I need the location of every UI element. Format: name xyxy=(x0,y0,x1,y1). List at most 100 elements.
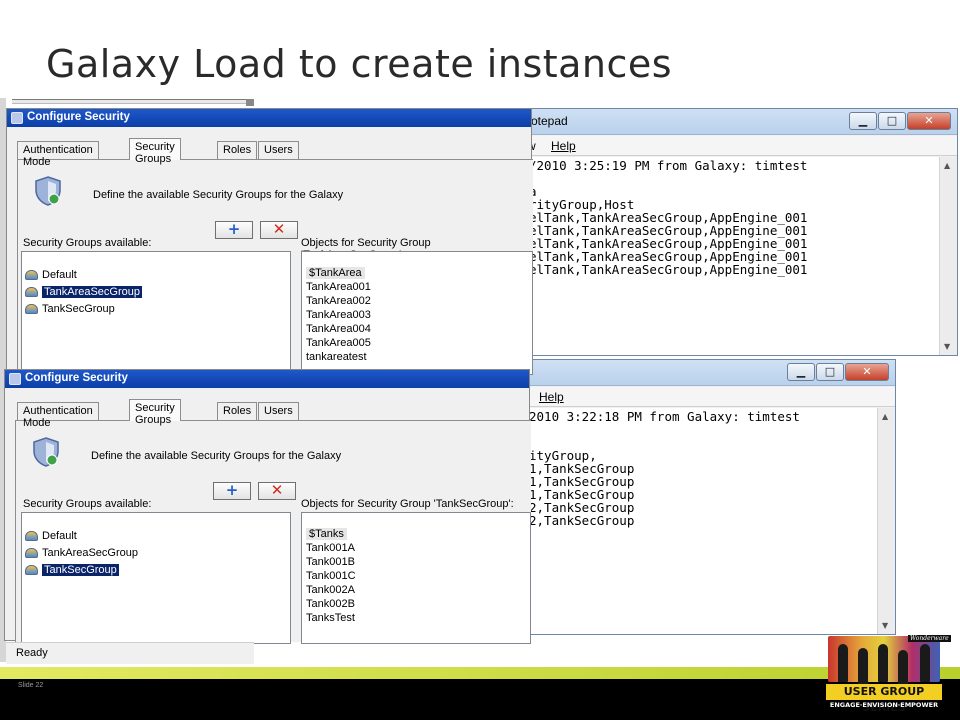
dialog-title: Configure Security xyxy=(25,372,128,384)
logo-figure-icon xyxy=(858,648,868,686)
maximize-button[interactable]: □ xyxy=(878,112,906,130)
list-item[interactable]: Tank001A xyxy=(302,541,530,555)
security-shield-icon xyxy=(33,437,59,467)
logo-figure-icon xyxy=(838,644,848,682)
list-item[interactable]: Tank001C xyxy=(302,569,530,583)
security-shield-icon xyxy=(35,176,61,206)
tab-authentication-mode[interactable]: Authentication Mode xyxy=(17,141,99,168)
tab-users[interactable]: Users xyxy=(258,402,299,420)
tab-roles[interactable]: Roles xyxy=(217,402,258,420)
groups-available-label: Security Groups available: xyxy=(23,237,152,249)
notepad-menubar: Help xyxy=(525,387,895,407)
vertical-scrollbar[interactable]: ▲ ▼ xyxy=(939,157,957,355)
vertical-scrollbar[interactable]: ▲ ▼ xyxy=(877,408,895,634)
list-item[interactable]: TankArea003 xyxy=(302,308,532,322)
security-groups-list[interactable]: Default TankAreaSecGroup TankSecGroup xyxy=(21,512,291,644)
group-icon xyxy=(25,287,38,297)
group-icon xyxy=(25,548,38,558)
list-item[interactable]: TankSecGroup xyxy=(22,301,290,318)
list-item[interactable]: Default xyxy=(22,267,290,284)
list-item[interactable]: Default xyxy=(22,528,290,545)
tab-users[interactable]: Users xyxy=(258,141,299,159)
list-item[interactable]: Tank001B xyxy=(302,555,530,569)
list-item[interactable]: TankArea002 xyxy=(302,294,532,308)
tab-security-groups[interactable]: Security Groups xyxy=(129,399,181,426)
text-line: elTank,TankAreaSecGroup,AppEngine_001 xyxy=(529,262,808,277)
delete-group-button[interactable]: ✕ xyxy=(260,221,298,239)
dialog-title: Configure Security xyxy=(27,111,130,123)
list-item[interactable]: $Tanks xyxy=(302,527,530,541)
scroll-up-icon[interactable]: ▲ xyxy=(882,412,888,421)
notepad-window-top: otepad ▁ □ ✕ w Help /2010 3:25:19 PM fro… xyxy=(524,108,958,356)
text-line xyxy=(529,423,873,436)
text-line xyxy=(529,172,935,185)
notepad-text-area[interactable]: /2010 3:25:19 PM from Galaxy: timtest a … xyxy=(525,157,939,355)
group-icon xyxy=(25,304,38,314)
list-item-label: $Tanks xyxy=(306,528,347,540)
list-item-label: TankAreaSecGroup xyxy=(42,547,138,559)
tab-security-groups[interactable]: Security Groups xyxy=(129,138,181,165)
group-objects-list[interactable]: $TankArea TankArea001 TankArea002 TankAr… xyxy=(301,251,533,375)
list-item[interactable]: Tank002B xyxy=(302,597,530,611)
logo-figure-icon xyxy=(878,644,888,682)
list-item[interactable]: TankArea004 xyxy=(302,322,532,336)
list-item[interactable]: TankSecGroup xyxy=(22,562,290,579)
background-toolbar-strip xyxy=(12,99,246,104)
group-icon xyxy=(25,565,38,575)
dialog-titlebar[interactable]: Configure Security xyxy=(5,370,529,388)
list-item[interactable]: TankArea001 xyxy=(302,280,532,294)
scroll-down-icon[interactable]: ▼ xyxy=(882,621,888,630)
footer-bar xyxy=(0,679,960,720)
objects-for-group-label: Objects for Security Group 'TankSecGroup… xyxy=(301,498,514,510)
groups-available-label: Security Groups available: xyxy=(23,498,152,510)
configure-security-dialog-top: Configure Security Authentication Mode S… xyxy=(6,108,533,375)
tab-roles[interactable]: Roles xyxy=(217,141,258,159)
list-item[interactable]: Tank002A xyxy=(302,583,530,597)
configure-security-dialog-bottom: Configure Security Authentication Mode S… xyxy=(4,369,531,644)
logo-figure-icon xyxy=(920,644,930,682)
minimize-button[interactable]: ▁ xyxy=(787,363,815,381)
list-item[interactable]: TankAreaSecGroup xyxy=(22,284,290,301)
close-button[interactable]: ✕ xyxy=(907,112,951,130)
text-line: /2010 3:25:19 PM from Galaxy: timtest xyxy=(529,158,808,173)
security-groups-list[interactable]: Default TankAreaSecGroup TankSecGroup xyxy=(21,251,291,375)
user-group-series-logo: Wonderware USER GROUP SERIES ENGAGE·ENVI… xyxy=(826,635,951,714)
scroll-down-icon[interactable]: ▼ xyxy=(944,342,950,351)
logo-main-text: USER GROUP SERIES xyxy=(826,684,942,714)
status-bar: Ready xyxy=(6,642,254,664)
add-group-button[interactable]: + xyxy=(213,482,251,500)
logo-brand: Wonderware xyxy=(908,635,951,642)
text-line: 2010 3:22:18 PM from Galaxy: timtest xyxy=(529,409,800,424)
menu-help[interactable]: Help xyxy=(551,139,576,153)
app-icon xyxy=(11,112,23,124)
group-objects-list[interactable]: $Tanks Tank001A Tank001B Tank001C Tank00… xyxy=(301,512,531,644)
list-item[interactable]: $TankArea xyxy=(302,266,532,280)
dialog-description: Define the available Security Groups for… xyxy=(91,450,342,462)
add-group-button[interactable]: + xyxy=(215,221,253,239)
group-icon xyxy=(25,531,38,541)
notepad-text-area[interactable]: 2010 3:22:18 PM from Galaxy: timtest ity… xyxy=(525,408,877,634)
menu-help[interactable]: Help xyxy=(539,390,564,404)
delete-group-button[interactable]: ✕ xyxy=(258,482,296,500)
logo-figure-icon xyxy=(898,650,908,688)
close-button[interactable]: ✕ xyxy=(845,363,889,381)
list-item[interactable]: TankAreaSecGroup xyxy=(22,545,290,562)
notepad-titlebar[interactable]: otepad ▁ □ ✕ xyxy=(525,109,957,135)
scroll-up-icon[interactable]: ▲ xyxy=(944,161,950,170)
notepad-title: otepad xyxy=(531,114,568,128)
group-icon xyxy=(25,270,38,280)
list-item-label: Default xyxy=(42,269,77,281)
notepad-menubar: w Help xyxy=(525,136,957,156)
app-icon xyxy=(9,373,21,385)
notepad-titlebar[interactable]: ▁ □ ✕ xyxy=(525,360,895,386)
status-text: Ready xyxy=(16,647,48,659)
maximize-button[interactable]: □ xyxy=(816,363,844,381)
dialog-titlebar[interactable]: Configure Security xyxy=(7,109,531,127)
list-item[interactable]: TankArea005 xyxy=(302,336,532,350)
tab-authentication-mode[interactable]: Authentication Mode xyxy=(17,402,99,429)
list-item[interactable]: TanksTest xyxy=(302,611,530,625)
list-item-label: $TankArea xyxy=(306,267,365,279)
list-item[interactable]: tankareatest xyxy=(302,350,532,364)
logo-artwork xyxy=(828,636,940,688)
minimize-button[interactable]: ▁ xyxy=(849,112,877,130)
